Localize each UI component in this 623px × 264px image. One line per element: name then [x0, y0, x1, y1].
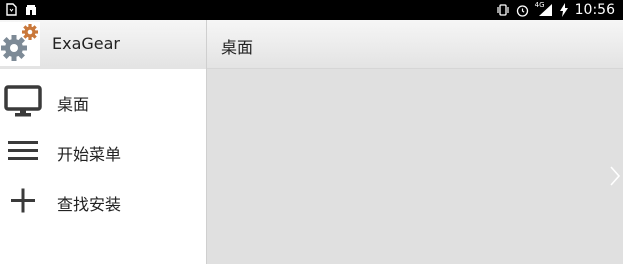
status-left-icons — [6, 3, 37, 16]
main-content[interactable] — [207, 69, 623, 264]
battery-charging-icon — [559, 3, 569, 17]
chevron-right-icon[interactable] — [609, 165, 621, 187]
sidebar-item-label: 开始菜单 — [57, 145, 122, 164]
gears-icon — [0, 22, 40, 66]
store-icon — [25, 4, 37, 16]
monitor-icon — [4, 84, 44, 120]
network-type: 4G — [534, 1, 545, 9]
sidebar: ExaGear 桌面 开始菜单 查找安装 — [0, 20, 206, 264]
screen: 4G 10:56 ExaGear 桌面 开始菜单 查找安装 桌面 — [0, 0, 623, 264]
plus-icon — [4, 184, 44, 220]
app-title: ExaGear — [52, 34, 121, 53]
sidebar-item-desktop[interactable]: 桌面 — [0, 78, 206, 128]
signal-icon: 4G — [534, 1, 553, 17]
page-title: 桌面 — [221, 38, 254, 57]
sidebar-header: ExaGear — [0, 20, 206, 69]
alarm-icon — [516, 4, 529, 17]
status-time: 10:56 — [574, 2, 615, 18]
file-icon — [6, 3, 17, 16]
status-right-icons: 4G 10:56 — [496, 0, 615, 20]
vibrate-icon — [496, 4, 510, 16]
sidebar-item-label: 桌面 — [57, 95, 90, 114]
hamburger-menu-icon — [4, 134, 44, 170]
status-bar: 4G 10:56 — [0, 0, 623, 20]
sidebar-item-find-install[interactable]: 查找安装 — [0, 178, 206, 228]
main-header: 桌面 — [207, 20, 623, 69]
sidebar-item-label: 查找安装 — [57, 195, 122, 214]
sidebar-menu: 桌面 开始菜单 查找安装 — [0, 78, 206, 228]
sidebar-item-start-menu[interactable]: 开始菜单 — [0, 128, 206, 178]
